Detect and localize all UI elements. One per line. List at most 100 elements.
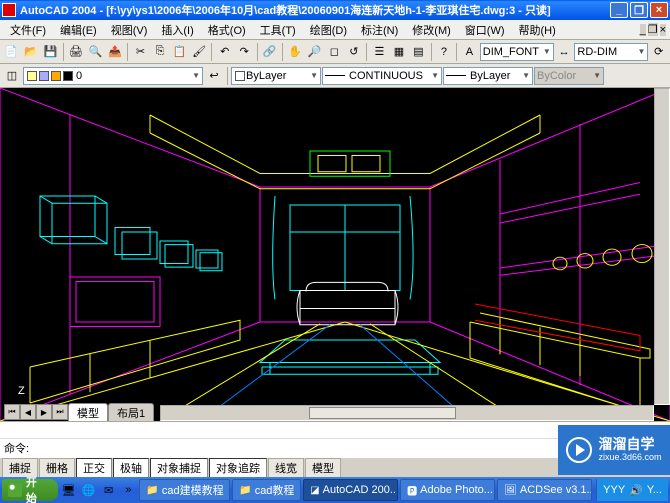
match-icon[interactable]: 🖌	[190, 42, 209, 62]
minimize-button[interactable]: _	[610, 2, 628, 18]
task-label: cad教程	[255, 482, 295, 498]
layers-toolbar: ◫ 0 ▼ ↩ ByLayer▼ CONTINUOUS▼ ByLayer▼ By…	[0, 64, 670, 88]
horizontal-scrollbar[interactable]	[160, 405, 654, 421]
linetype-preview	[325, 75, 345, 76]
taskbar-item-1[interactable]: 📁cad建模教程	[139, 479, 230, 501]
layer-previous-icon[interactable]: ↩	[204, 66, 224, 86]
print-icon[interactable]: 🖨	[67, 42, 86, 62]
menu-draw[interactable]: 绘图(D)	[304, 20, 353, 40]
hyperlink-icon[interactable]: 🔗	[260, 42, 279, 62]
file-name: [f:\yy\ys1\2006年\2006年10月\cad教程\20060901…	[106, 5, 550, 17]
layer-manager-icon[interactable]: ◫	[2, 66, 22, 86]
menu-window[interactable]: 窗口(W)	[459, 20, 511, 40]
start-button[interactable]: 开始	[2, 479, 58, 501]
linetype-combo[interactable]: CONTINUOUS▼	[322, 67, 442, 85]
dim-update-icon[interactable]: ⟳	[649, 42, 668, 62]
hscroll-thumb[interactable]	[309, 407, 457, 419]
model-tab[interactable]: 模型	[68, 403, 108, 422]
task-label: ACDSee v3.1...	[520, 484, 592, 496]
status-ortho[interactable]: 正交	[76, 458, 112, 478]
watermark-title: 溜溜自学	[598, 437, 661, 452]
vertical-scrollbar[interactable]	[654, 88, 670, 405]
copy-icon[interactable]: ⎘	[151, 42, 170, 62]
window-title: AutoCAD 2004 - [f:\yy\ys1\2006年\2006年10月…	[20, 2, 608, 18]
tab-next-button[interactable]: ▶	[36, 404, 52, 420]
zoom-previous-icon[interactable]: ↺	[345, 42, 364, 62]
zoom-realtime-icon[interactable]: 🔎	[305, 42, 324, 62]
status-polar[interactable]: 极轴	[113, 458, 149, 478]
publish-icon[interactable]: 📤	[106, 42, 125, 62]
ql-ie-icon[interactable]: 🌐	[80, 481, 98, 499]
pan-icon[interactable]: ✋	[286, 42, 305, 62]
viewport[interactable]: Z ⏮ ◀ ▶ ⏭ 模型 布局1	[0, 88, 670, 421]
redo-icon[interactable]: ↷	[235, 42, 254, 62]
maximize-button[interactable]: ❐	[630, 2, 648, 18]
task-label: AutoCAD 200...	[323, 484, 399, 496]
doc-restore-button[interactable]: ❐	[648, 23, 658, 36]
dim-style-icon[interactable]: ↔	[555, 42, 574, 62]
dim-style-combo[interactable]: RD-DIM▼	[574, 43, 648, 61]
ql-desktop-icon[interactable]: 🖥	[60, 481, 78, 499]
properties-icon[interactable]: ☰	[370, 42, 389, 62]
menu-edit[interactable]: 编辑(E)	[54, 20, 103, 40]
tray-ime-icon[interactable]: YYY	[603, 484, 625, 496]
text-style-icon[interactable]: A	[460, 42, 479, 62]
preview-icon[interactable]: 🔍	[86, 42, 105, 62]
status-osnap[interactable]: 对象捕捉	[150, 458, 208, 478]
taskbar-item-2[interactable]: 📁cad教程	[232, 479, 301, 501]
color-combo[interactable]: ByLayer▼	[231, 67, 321, 85]
ql-more-icon[interactable]: »	[120, 481, 138, 499]
app-name: AutoCAD 2004	[20, 5, 96, 17]
tool-palettes-icon[interactable]: ▤	[409, 42, 428, 62]
undo-icon[interactable]: ↶	[215, 42, 234, 62]
text-style-value: DIM_FONT	[483, 46, 539, 58]
plotstyle-value: ByColor	[537, 70, 576, 82]
watermark-url: zixue.3d66.com	[598, 453, 661, 463]
menu-file[interactable]: 文件(F)	[4, 20, 52, 40]
doc-close-button[interactable]: ×	[660, 24, 666, 36]
close-button[interactable]: ×	[650, 2, 668, 18]
layout-tabs: ⏮ ◀ ▶ ⏭ 模型 布局1	[4, 403, 154, 421]
lineweight-combo[interactable]: ByLayer▼	[443, 67, 533, 85]
tab-last-button[interactable]: ⏭	[52, 404, 68, 420]
menu-tools[interactable]: 工具(T)	[254, 20, 302, 40]
menu-modify[interactable]: 修改(M)	[406, 20, 457, 40]
tray-clock: Y...	[647, 484, 662, 496]
tab-first-button[interactable]: ⏮	[4, 404, 20, 420]
status-model[interactable]: 模型	[305, 458, 341, 478]
save-icon[interactable]: 💾	[41, 42, 60, 62]
layer-state-lock-icon	[51, 71, 61, 81]
layer-state-on-icon	[27, 71, 37, 81]
drawing-area[interactable]: Z ⏮ ◀ ▶ ⏭ 模型 布局1	[0, 88, 670, 421]
system-tray[interactable]: YYY 🔊 Y...	[596, 479, 668, 501]
tray-volume-icon[interactable]: 🔊	[629, 484, 643, 497]
open-file-icon[interactable]: 📂	[22, 42, 41, 62]
plotstyle-combo[interactable]: ByColor▼	[534, 67, 604, 85]
wireframe-drawing	[0, 88, 670, 421]
layout1-tab[interactable]: 布局1	[108, 403, 154, 422]
zoom-window-icon[interactable]: ◻	[325, 42, 344, 62]
doc-minimize-button[interactable]: _	[640, 24, 646, 36]
layer-combo[interactable]: 0 ▼	[23, 67, 203, 85]
new-file-icon[interactable]: 📄	[2, 42, 21, 62]
titlebar: AutoCAD 2004 - [f:\yy\ys1\2006年\2006年10月…	[0, 0, 670, 20]
status-lwt[interactable]: 线宽	[268, 458, 304, 478]
menu-insert[interactable]: 插入(I)	[155, 20, 199, 40]
menu-dimension[interactable]: 标注(N)	[355, 20, 404, 40]
text-style-combo[interactable]: DIM_FONT▼	[480, 43, 554, 61]
menu-format[interactable]: 格式(O)	[202, 20, 252, 40]
design-center-icon[interactable]: ▦	[390, 42, 409, 62]
ql-mail-icon[interactable]: ✉	[100, 481, 118, 499]
color-swatch	[235, 71, 245, 81]
menu-view[interactable]: 视图(V)	[105, 20, 154, 40]
layer-color-swatch	[63, 71, 73, 81]
status-otrack[interactable]: 对象追踪	[209, 458, 267, 478]
tab-prev-button[interactable]: ◀	[20, 404, 36, 420]
help-icon[interactable]: ?	[435, 42, 454, 62]
taskbar-item-3[interactable]: ◪AutoCAD 200...	[303, 479, 398, 501]
menu-help[interactable]: 帮助(H)	[513, 20, 562, 40]
cut-icon[interactable]: ✂	[131, 42, 150, 62]
paste-icon[interactable]: 📋	[170, 42, 189, 62]
taskbar-item-4[interactable]: 🅿Adobe Photo...	[400, 479, 495, 501]
taskbar-item-5[interactable]: 🖼ACDSee v3.1...	[497, 479, 592, 501]
